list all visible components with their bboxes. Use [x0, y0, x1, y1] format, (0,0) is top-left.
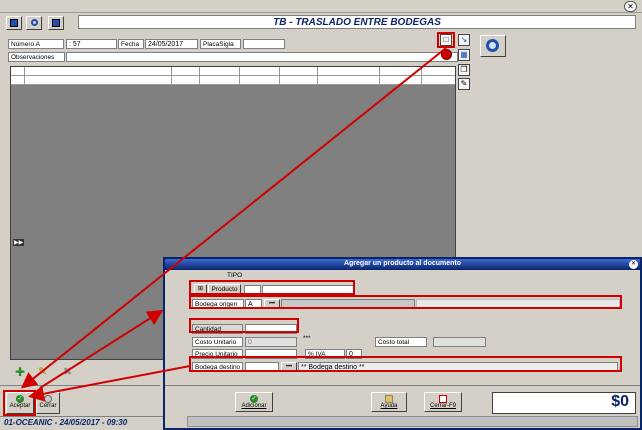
arrow-new-doc-to-aceptar	[20, 47, 447, 389]
arrow-aceptar-to-dialog	[39, 309, 164, 389]
arrow-destino-to-aceptar	[28, 365, 191, 402]
annotation-arrows	[20, 47, 447, 402]
